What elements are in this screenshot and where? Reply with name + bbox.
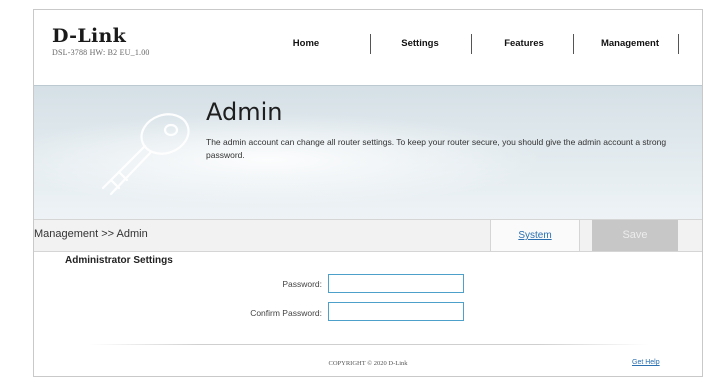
confirm-password-label: Confirm Password: xyxy=(250,308,322,318)
nav-management[interactable]: Management xyxy=(586,34,674,54)
breadcrumb: Management >> Admin xyxy=(34,228,148,240)
section-title: Administrator Settings xyxy=(65,255,173,266)
brand: D-Link DSL-3788 HW: B2 EU_1.00 xyxy=(52,26,150,57)
confirm-password-input[interactable] xyxy=(328,302,464,321)
get-help-link[interactable]: Get Help xyxy=(632,359,660,366)
nav-separator xyxy=(370,34,371,54)
admin-banner: Admin The admin account can change all r… xyxy=(34,85,702,220)
key-icon xyxy=(101,113,190,196)
router-admin-window: D-Link DSL-3788 HW: B2 EU_1.00 Home Sett… xyxy=(33,9,703,377)
password-label: Password: xyxy=(282,279,322,289)
nav-separator xyxy=(573,34,574,54)
password-input[interactable] xyxy=(328,274,464,293)
page-description: The admin account can change all router … xyxy=(206,137,667,160)
copyright: COPYRIGHT © 2020 D-Link xyxy=(328,360,408,367)
footer-divider xyxy=(89,344,649,345)
system-link[interactable]: System xyxy=(490,220,580,251)
save-button[interactable]: Save xyxy=(592,220,678,251)
dlink-logo: D-Link xyxy=(52,25,127,47)
nav-separator xyxy=(471,34,472,54)
nav-settings[interactable]: Settings xyxy=(386,34,454,54)
nav-features[interactable]: Features xyxy=(489,34,559,54)
action-bar: Management >> Admin System Save xyxy=(34,219,702,252)
model-info: DSL-3788 HW: B2 EU_1.00 xyxy=(52,48,150,57)
nav-separator xyxy=(678,34,679,54)
nav-home[interactable]: Home xyxy=(278,34,334,54)
page-title: Admin xyxy=(206,98,283,126)
